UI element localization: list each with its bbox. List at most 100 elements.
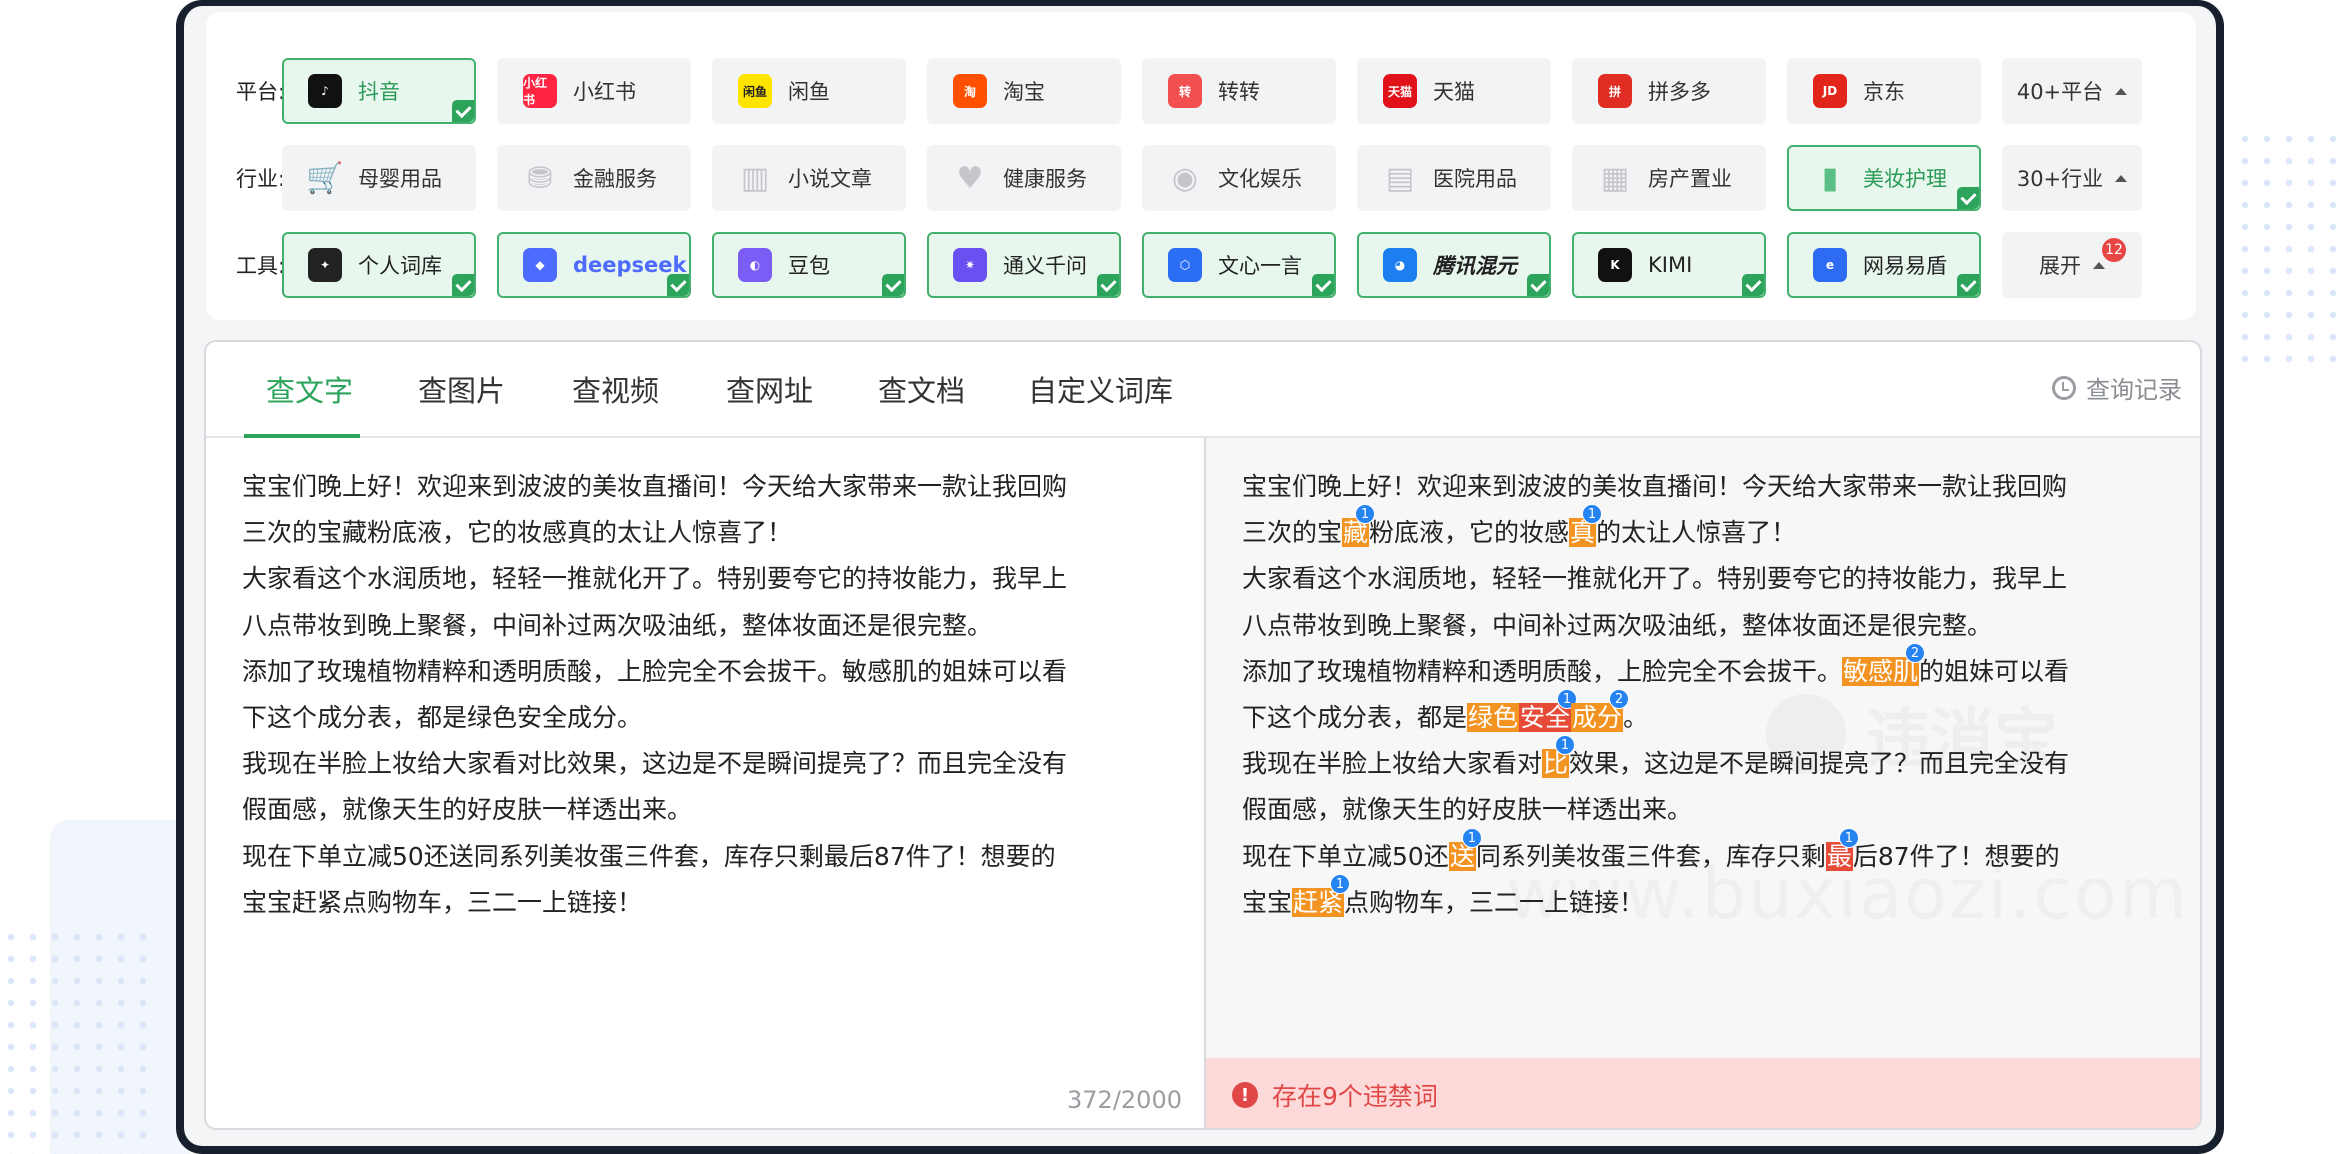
yidun-icon: e (1813, 248, 1847, 282)
input-textarea[interactable]: 宝宝们晚上好！欢迎来到波波的美妆直播间！今天给大家带来一款让我回购 三次的宝藏粉… (242, 464, 1172, 926)
platform-chip-8[interactable]: JD 京东 (1787, 58, 1981, 124)
flagged-word[interactable]: 藏1 (1342, 504, 1376, 548)
platform-chip-2[interactable]: 小红书 小红书 (497, 58, 691, 124)
chip-label: 医院用品 (1433, 167, 1517, 191)
industry-chip-4[interactable]: ♥ 健康服务 (927, 145, 1121, 211)
industry-chip-7[interactable]: ▦ 房产置业 (1572, 145, 1766, 211)
industry-more-button[interactable]: 30+行业 (2002, 145, 2142, 211)
tool-chip-5[interactable]: ⬡ 文心一言 (1142, 232, 1336, 298)
xiaohongshu-icon: 小红书 (523, 74, 557, 108)
occurrence-badge: 1 (1461, 827, 1482, 848)
dot-pattern-left (0, 926, 150, 1154)
coins-icon: ⛃ (527, 160, 553, 196)
notification-badge: 12 (2102, 238, 2126, 262)
tab-1[interactable]: 查文字 (244, 368, 360, 438)
building-icon: ▦ (1600, 160, 1630, 196)
caret-up-icon (2093, 261, 2105, 269)
chip-label: 京东 (1863, 80, 1905, 104)
char-count: 372/2000 (1067, 1086, 1182, 1114)
tool-more-button[interactable]: 展开 12 (2002, 232, 2142, 298)
industry-chip-8[interactable]: ▮ 美妆护理 (1787, 145, 1981, 211)
input-pane[interactable]: 宝宝们晚上好！欢迎来到波波的美妆直播间！今天给大家带来一款让我回购 三次的宝藏粉… (206, 438, 1206, 1128)
flagged-word[interactable]: 敏感肌 2 (1842, 642, 1926, 686)
taobao-icon: 淘 (953, 74, 987, 108)
tool-chip-1[interactable]: ✦ 个人词库 (282, 232, 476, 298)
chip-label: 个人词库 (358, 254, 442, 278)
tool-chip-8[interactable]: e 网易易盾 (1787, 232, 1981, 298)
caret-up-icon (2115, 174, 2128, 182)
more-label: 40+平台 (2016, 80, 2104, 104)
tool-chip-7[interactable]: K KIMI (1572, 232, 1766, 298)
tab-label: 查视频 (572, 374, 660, 408)
hospital-icon: ▤ (1385, 160, 1415, 196)
tab-label: 查文档 (878, 374, 966, 408)
chip-label: 拼多多 (1648, 80, 1711, 104)
chip-label: 母婴用品 (358, 167, 442, 191)
tab-6[interactable]: 自定义词库 (1028, 368, 1173, 438)
wenxin-icon: ⬡ (1168, 248, 1202, 282)
tab-label: 查网址 (726, 374, 814, 408)
tab-bar: 查询记录 查文字 查图片 查视频 查网址 查文档 自定义词库 (206, 342, 2200, 438)
flagged-word[interactable]: 比1 (1542, 735, 1576, 779)
flagged-word[interactable]: 最1 (1825, 827, 1859, 871)
flagged-word[interactable]: 真1 (1569, 504, 1603, 548)
more-label: 30+行业 (2016, 167, 2104, 191)
tool-chip-2[interactable]: ◆ deepseek (497, 232, 691, 298)
occurrence-badge: 1 (1555, 735, 1576, 756)
platform-more-button[interactable]: 40+平台 (2002, 58, 2142, 124)
platform-chip-5[interactable]: 转转转 (1142, 58, 1336, 124)
more-label: 展开 (2039, 254, 2081, 278)
tongyi-icon: ✷ (953, 248, 987, 282)
check-icon (1957, 274, 1979, 296)
tab-4[interactable]: 查网址 (726, 368, 813, 438)
filter-panel: 平台: ♪ 抖音 小红书 小红书 闲鱼 闲鱼淘淘宝转转转 天猫 天猫拼拼多多 JD 京东 40+平台… (206, 12, 2196, 320)
chip-label: 抖音 (358, 80, 400, 104)
check-icon (1742, 274, 1764, 296)
chip-label: 转转 (1218, 80, 1260, 104)
platform-chip-4[interactable]: 淘淘宝 (927, 58, 1121, 124)
industry-chip-5[interactable]: ◉ 文化娱乐 (1142, 145, 1336, 211)
platform-chip-1[interactable]: ♪ 抖音 (282, 58, 476, 124)
tab-label: 自定义词库 (1028, 374, 1174, 408)
dot-pattern-right (2234, 128, 2344, 364)
industry-chip-6[interactable]: ▤ 医院用品 (1357, 145, 1551, 211)
music-disc-icon: ◉ (1171, 160, 1199, 196)
xianyu-icon: 闲鱼 (738, 74, 772, 108)
check-icon (1527, 274, 1549, 296)
chip-label: 天猫 (1433, 80, 1475, 104)
tab-3[interactable]: 查视频 (572, 368, 659, 438)
tool-chip-4[interactable]: ✷ 通义千问 (927, 232, 1121, 298)
tool-chip-6[interactable]: ◕ 腾讯混元 (1357, 232, 1551, 298)
flagged-word[interactable]: 成分 2 (1571, 689, 1630, 733)
chip-label: 腾讯混元 (1433, 254, 1517, 278)
industry-chip-3[interactable]: ▥ 小说文章 (712, 145, 906, 211)
industry-chip-1[interactable]: 🛒 母婴用品 (282, 145, 476, 211)
flagged-word[interactable]: 赶紧 1 (1292, 873, 1351, 917)
platform-chip-6[interactable]: 天猫 天猫 (1357, 58, 1551, 124)
flagged-word[interactable]: 送1 (1448, 827, 1482, 871)
history-button[interactable]: 查询记录 (2052, 370, 2182, 405)
tab-2[interactable]: 查图片 (418, 368, 505, 438)
tab-5[interactable]: 查文档 (878, 368, 965, 438)
platform-chip-7[interactable]: 拼拼多多 (1572, 58, 1766, 124)
flagged-word[interactable]: 安全 1 (1519, 689, 1578, 733)
stroller-icon: 🛒 (306, 160, 344, 196)
occurrence-badge: 1 (1838, 827, 1859, 848)
occurrence-badge: 1 (1330, 873, 1351, 894)
douyin-icon: ♪ (308, 74, 342, 108)
warning-icon: ! (1232, 1082, 1258, 1108)
violation-alert: ! 存在9个违禁词 (1206, 1058, 2200, 1128)
caret-up-icon (2115, 87, 2128, 95)
tool-row: 工具: ✦ 个人词库 ◆ deepseek ◐ 豆包 ✷ 通义千问 ⬡ 文心一言 ◕ 腾讯混元 K KIM… (206, 232, 2196, 298)
platform-chip-3[interactable]: 闲鱼 闲鱼 (712, 58, 906, 124)
industry-chip-2[interactable]: ⛃ 金融服务 (497, 145, 691, 211)
tab-label: 查图片 (418, 374, 506, 408)
book-icon: ▥ (740, 160, 770, 196)
check-icon (452, 274, 474, 296)
doubao-icon: ◐ (738, 248, 772, 282)
history-icon (2052, 375, 2076, 400)
personal-lexicon-icon: ✦ (308, 248, 342, 282)
tool-chip-3[interactable]: ◐ 豆包 (712, 232, 906, 298)
flagged-word[interactable]: 绿色 (1467, 703, 1520, 733)
pinduoduo-icon: 拼 (1598, 74, 1632, 108)
